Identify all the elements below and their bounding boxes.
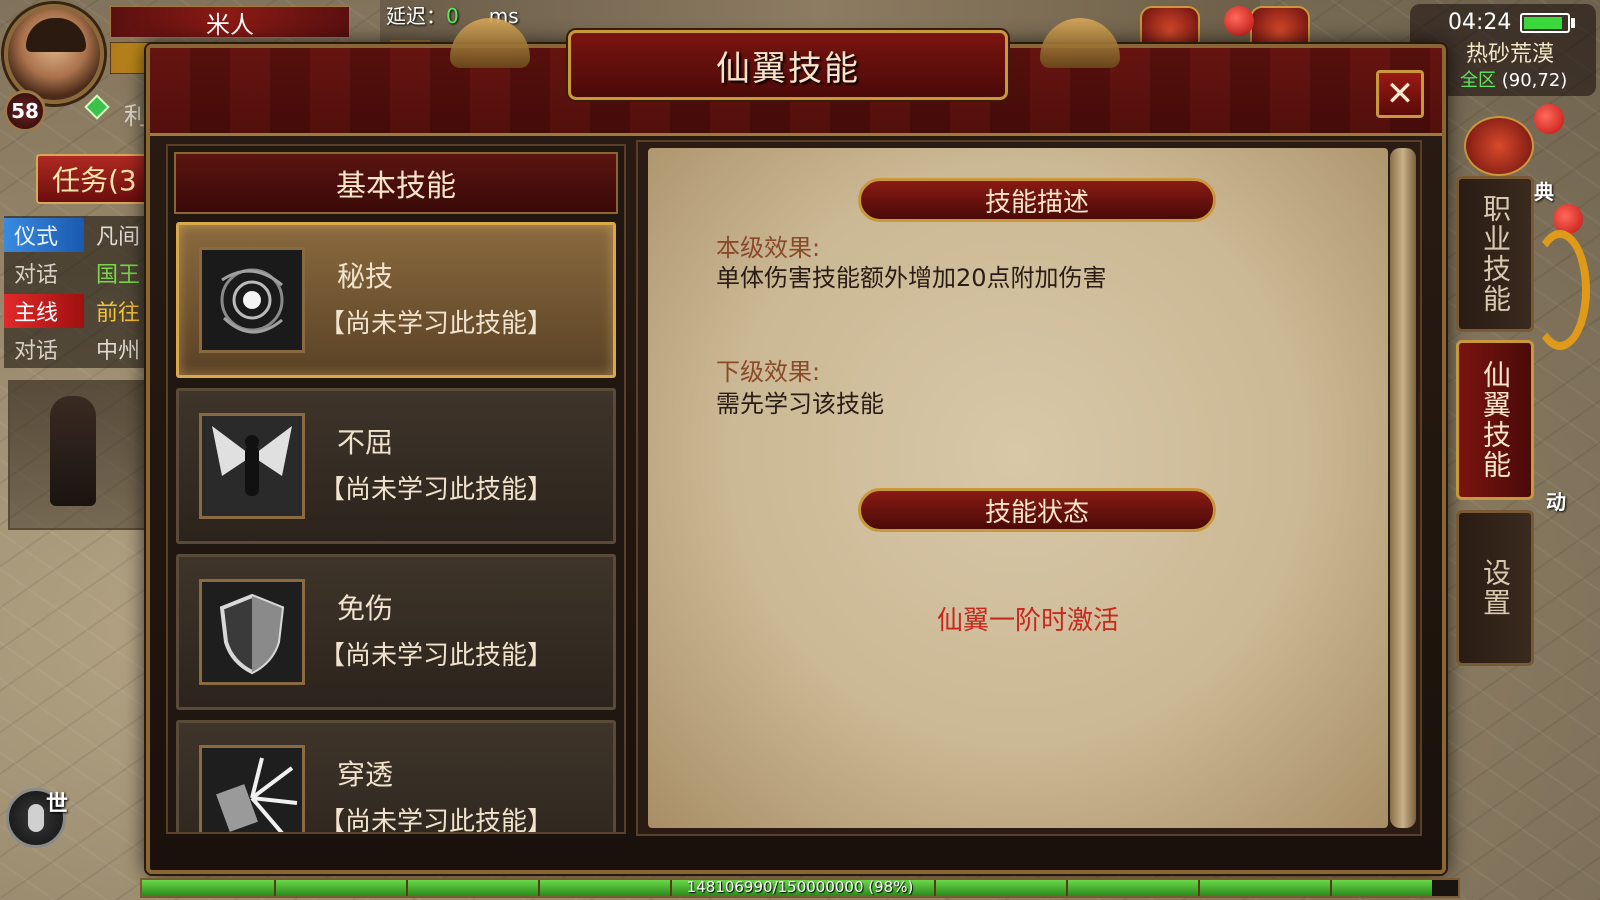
notification-dot (1534, 104, 1564, 134)
quest-text: 中州 (96, 339, 141, 364)
side-label-dian: 典 (1534, 180, 1554, 204)
close-icon: ✕ (1385, 74, 1415, 114)
tab-label: 仙翼技能 (1479, 360, 1512, 480)
parchment-background: 技能描述 本级效果: 单体伤害技能额外增加20点附加伤害 下级效果: 需先学习该… (648, 148, 1388, 828)
skill-detail-panel: 技能描述 本级效果: 单体伤害技能额外增加20点附加伤害 下级效果: 需先学习该… (636, 140, 1422, 836)
description-banner: 技能描述 (858, 178, 1216, 222)
skill-name: 秘技 (337, 260, 394, 293)
quest-row[interactable]: 对话 中州 (4, 330, 150, 368)
player-name: 米人 (110, 6, 350, 39)
wing-skills-dialog: 仙翼技能 ✕ 基本技能 秘技 【尚未学习此技能】 不屈 【尚未学习此技能】 免伤… (146, 18, 1446, 874)
map-coordinates: 全区 (90,72) (1460, 66, 1567, 92)
tab-settings[interactable]: 设置 (1456, 510, 1534, 666)
name-fragment: 利 (124, 102, 148, 130)
latency-value: 0 (446, 4, 459, 28)
world-channel-label[interactable]: 世 (46, 786, 68, 818)
dialog-title: 仙翼技能 (716, 48, 860, 89)
burst-icon (199, 745, 305, 832)
experience-text: 148106990/150000000 (98%) (686, 878, 914, 896)
skill-list: 秘技 【尚未学习此技能】 不屈 【尚未学习此技能】 免伤 【尚未学习此技能】 穿… (168, 222, 624, 834)
quest-text: 国王 (96, 263, 141, 288)
skill-card-mianshang[interactable]: 免伤 【尚未学习此技能】 (176, 554, 616, 710)
skill-name: 不屈 (337, 426, 394, 459)
vortex-icon (199, 247, 305, 353)
latency-label: 延迟： (386, 4, 446, 28)
tab-label: 设置 (1479, 558, 1512, 618)
skill-list-header: 基本技能 (174, 152, 618, 214)
treasure-icon[interactable] (1464, 116, 1534, 176)
description-header: 技能描述 (984, 187, 1089, 218)
skill-list-header-label: 基本技能 (336, 169, 456, 204)
quest-list: 仪式 凡间 对话 国王 主线 前往 对话 中州 (4, 216, 150, 368)
shield-icon (199, 579, 305, 685)
battery-tip (1571, 18, 1575, 28)
experience-bar: 148106990/150000000 (98%) (140, 878, 1460, 898)
map-name[interactable]: 热砂荒漠 (1466, 36, 1554, 68)
quest-row[interactable]: 主线 前往 (4, 292, 150, 330)
skill-card-chuantou[interactable]: 穿透 【尚未学习此技能】 (176, 720, 616, 834)
clock: 04:24 (1448, 10, 1512, 35)
level-badge: 58 (4, 90, 46, 132)
status-header: 技能状态 (984, 497, 1089, 528)
tab-label: 职业技能 (1479, 194, 1512, 314)
quest-tag: 对话 (14, 263, 59, 288)
quest-tag: 主线 (4, 294, 84, 328)
tab-class-skills[interactable]: 职业技能 (1456, 176, 1534, 332)
scroll-roll (1390, 148, 1416, 828)
quest-tag: 仪式 (4, 218, 84, 252)
map-coords-value: (90,72) (1501, 70, 1568, 91)
skill-card-buqu[interactable]: 不屈 【尚未学习此技能】 (176, 388, 616, 544)
skill-card-miji[interactable]: 秘技 【尚未学习此技能】 (176, 222, 616, 378)
skill-status: 【尚未学习此技能】 (319, 475, 554, 505)
skill-status: 【尚未学习此技能】 (319, 641, 554, 671)
quest-row[interactable]: 对话 国王 (4, 254, 150, 292)
tab-wing-skills[interactable]: 仙翼技能 (1456, 340, 1534, 500)
quest-text: 凡间 (96, 225, 141, 250)
winged-warrior-icon (199, 413, 305, 519)
battery-fill (1524, 17, 1562, 29)
skill-list-panel: 基本技能 秘技 【尚未学习此技能】 不屈 【尚未学习此技能】 免伤 【尚未学习此… (166, 144, 626, 834)
next-effect-text: 需先学习该技能 (716, 390, 884, 418)
quest-row[interactable]: 仪式 凡间 (4, 216, 150, 254)
quest-tag: 对话 (14, 339, 59, 364)
player-avatar[interactable] (4, 4, 104, 104)
current-effect-text: 单体伤害技能额外增加20点附加伤害 (716, 264, 1107, 292)
close-button[interactable]: ✕ (1376, 70, 1424, 118)
character-figure (50, 396, 96, 506)
next-effect-label: 下级效果: (716, 358, 821, 386)
microphone-icon (28, 804, 44, 832)
side-label-dong: 动 (1546, 490, 1566, 514)
skill-status: 【尚未学习此技能】 (319, 807, 554, 834)
status-banner: 技能状态 (858, 488, 1216, 532)
skill-name: 穿透 (337, 758, 394, 791)
quest-text: 前往 (96, 301, 141, 326)
quest-button[interactable]: 任务(3 (36, 154, 152, 204)
map-zone: 全区 (1460, 70, 1496, 91)
skill-name: 免伤 (337, 592, 394, 625)
notification-dot (1224, 6, 1254, 36)
avatar-hair (26, 18, 86, 52)
battery-icon (1520, 13, 1570, 33)
ring-decoration (1530, 230, 1590, 350)
title-plate: 仙翼技能 (568, 30, 1008, 100)
character-sprite-area (8, 380, 148, 530)
activation-status-text: 仙翼一阶时激活 (936, 606, 1119, 636)
skill-status: 【尚未学习此技能】 (319, 309, 554, 339)
